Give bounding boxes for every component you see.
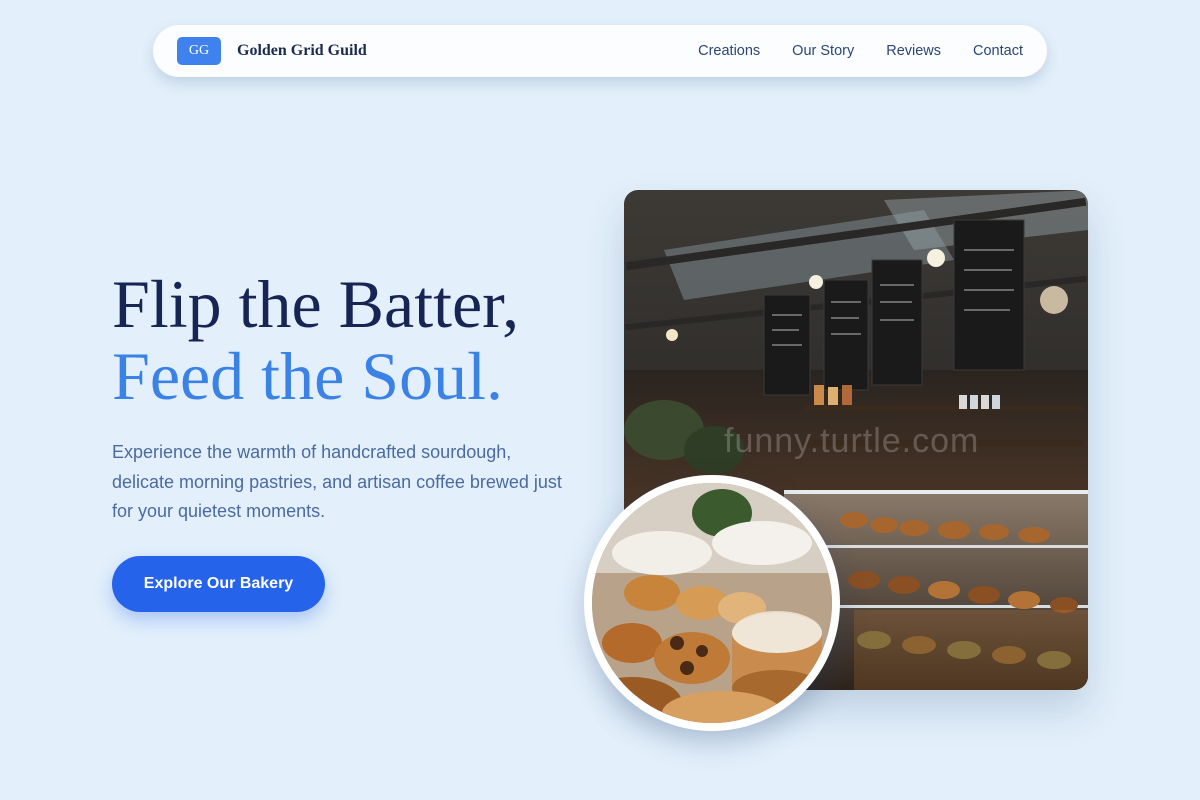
nav-link-creations[interactable]: Creations: [698, 43, 760, 59]
pastries-illustration: [592, 483, 832, 723]
logo-badge[interactable]: GG: [177, 37, 221, 65]
nav-link-contact[interactable]: Contact: [973, 43, 1023, 59]
hero-title-line1: Flip the Batter,: [112, 266, 520, 342]
photo-watermark: funny.turtle.com: [724, 422, 980, 460]
hero-subtitle: Experience the warmth of handcrafted sou…: [112, 442, 562, 521]
explore-bakery-button[interactable]: Explore Our Bakery: [112, 556, 325, 612]
brand-name[interactable]: Golden Grid Guild: [237, 42, 367, 60]
hero-title-line2: Feed the Soul.: [112, 338, 503, 414]
nav-link-reviews[interactable]: Reviews: [886, 43, 941, 59]
nav-links: Creations Our Story Reviews Contact: [698, 43, 1023, 59]
top-navbar: GG Golden Grid Guild Creations Our Story…: [153, 25, 1047, 77]
pastries-circle-photo: [584, 475, 840, 731]
hero-title: Flip the Batter, Feed the Soul.: [112, 268, 519, 412]
nav-link-our-story[interactable]: Our Story: [792, 43, 854, 59]
